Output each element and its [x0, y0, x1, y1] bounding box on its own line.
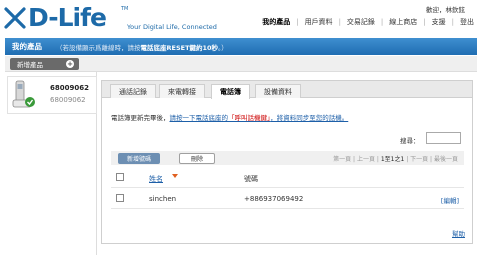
reset-hint-prefix: （若設備顯示爲離線時，請按	[56, 43, 141, 52]
call-handset-key-text: 「呼叫話機鍵」	[228, 114, 271, 122]
device-card[interactable]: 68009062 68009062	[7, 76, 97, 114]
phonebook-intro: 電話簿更新完畢後，請按一下電話底座的「呼叫話機鍵」，將資料同步至您的話機。	[111, 112, 348, 122]
pager-next[interactable]: 下一頁	[410, 156, 428, 163]
intro-link[interactable]: 請按一下電話底座的「呼叫話機鍵」，將資料同步至您的話機。	[170, 114, 349, 122]
help-link[interactable]: 幫助	[452, 228, 465, 238]
device-sidebar: 68009062 68009062	[5, 72, 97, 255]
intro-link-a: 請按一下電話底座的	[169, 114, 229, 122]
add-number-button[interactable]: 新增號碼	[118, 153, 160, 164]
product-toolbar: 新增產品 +	[5, 56, 477, 72]
section-title: 我的產品	[12, 42, 42, 51]
table-row: sinchen +886937069492 [編輯]	[111, 188, 464, 209]
phone-icon	[12, 80, 35, 108]
table-header-row: 姓名 號碼	[111, 167, 464, 188]
tab-call-log[interactable]: 通話記錄	[110, 84, 156, 98]
edit-link[interactable]: [編輯]	[441, 195, 459, 205]
pager-prev[interactable]: 上一頁	[357, 156, 375, 163]
list-toolbar: 新增號碼 刪除 第一頁 | 上一頁 | 1至1之1 | 下一頁 | 最後一頁	[111, 151, 464, 165]
plus-icon: +	[66, 60, 74, 68]
reset-hint-bold: 電話底座RESET鍵約10秒	[140, 43, 219, 52]
device-number-secondary: 68009062	[50, 96, 86, 104]
row-checkbox[interactable]	[116, 194, 124, 202]
device-number: 68009062	[50, 84, 89, 92]
nav-separator: |	[296, 18, 299, 26]
section-header-bar: 我的產品 （若設備顯示爲離線時，請按電話底座RESET鍵約10秒。）	[5, 38, 477, 55]
add-product-label: 新增產品	[17, 61, 43, 69]
welcome-text: 歡迎，林欽鉉	[426, 6, 465, 14]
nav-online-store[interactable]: 線上商店	[389, 17, 417, 27]
delete-button[interactable]: 刪除	[179, 153, 215, 164]
d-life-logo[interactable]: D-Life TM Your Digital Life, Connected	[4, 3, 217, 34]
nav-separator: |	[380, 18, 384, 26]
search-label: 搜尋：	[400, 137, 420, 145]
tab-call-forwarding[interactable]: 來電轉接	[159, 84, 205, 98]
nav-support[interactable]: 支援	[432, 17, 446, 27]
nav-my-products[interactable]: 我的產品	[262, 17, 290, 27]
row-phone: +886937069492	[244, 195, 304, 203]
add-product-button[interactable]: 新增產品 +	[10, 58, 79, 70]
nav-user-profile[interactable]: 用戶資料	[305, 17, 333, 27]
column-header-name[interactable]: 姓名	[149, 174, 163, 184]
logo-text: D-Life	[28, 3, 107, 32]
column-header-phone: 號碼	[244, 175, 258, 183]
tab-bar: 通話記錄 來電轉接 電話簿 設備資料	[102, 81, 472, 99]
pager-current: 1至1之1	[380, 156, 405, 163]
phonebook-table: 姓名 號碼 sinchen +886937069492 [編輯]	[111, 167, 464, 209]
select-all-checkbox[interactable]	[116, 173, 124, 181]
header: D-Life TM Your Digital Life, Connected 歡…	[0, 0, 480, 38]
tagline: Your Digital Life, Connected	[127, 23, 217, 31]
pagination: 第一頁 | 上一頁 | 1至1之1 | 下一頁 | 最後一頁	[333, 156, 458, 163]
top-navigation: 我的產品 | 用戶資料 | 交易記錄 | 線上商店 | 支援 | 登出	[262, 17, 474, 27]
tab-device-info[interactable]: 設備資料	[255, 84, 301, 98]
search-input[interactable]	[426, 132, 461, 144]
nav-logout[interactable]: 登出	[460, 17, 474, 27]
pager-first[interactable]: 第一頁	[333, 156, 351, 163]
tab-phonebook[interactable]: 電話簿	[211, 84, 250, 99]
reset-hint-suffix: 。）	[218, 43, 228, 52]
sort-arrow-icon	[172, 174, 178, 178]
intro-link-b: ，將資料同步至您的話機。	[270, 114, 349, 122]
pager-last[interactable]: 最後一頁	[434, 156, 458, 163]
nav-separator: |	[338, 18, 341, 26]
reset-hint: （若設備顯示爲離線時，請按電話底座RESET鍵約10秒。）	[56, 42, 228, 52]
intro-text: 電話簿更新完畢後，	[111, 114, 170, 122]
nav-transactions[interactable]: 交易記錄	[347, 17, 375, 27]
phonebook-panel: 通話記錄 來電轉接 電話簿 設備資料 電話簿更新完畢後，請按一下電話底座的「呼叫…	[101, 80, 473, 244]
nav-separator: |	[451, 18, 454, 26]
d-life-logo-mark-icon	[4, 7, 26, 29]
nav-separator: |	[423, 18, 426, 26]
row-name: sinchen	[149, 195, 177, 203]
trademark-mark: TM	[121, 6, 129, 12]
